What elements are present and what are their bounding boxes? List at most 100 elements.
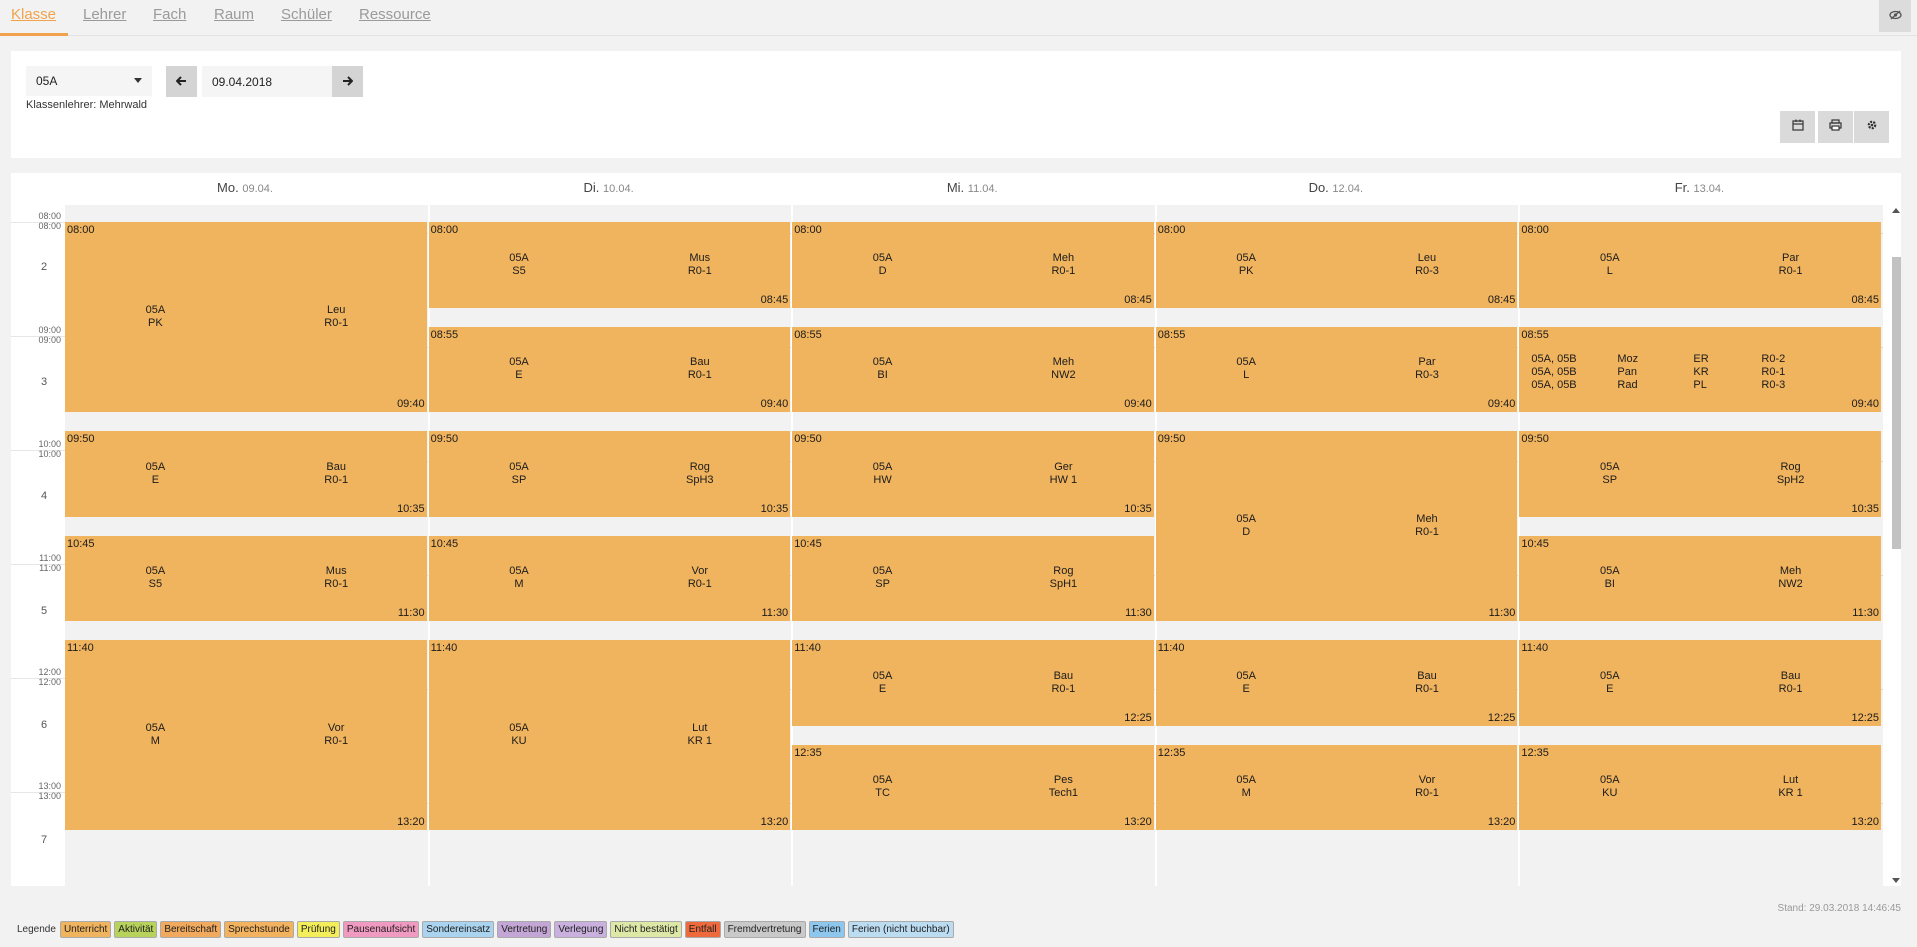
lesson-block[interactable]: 12:35 13:20 05A M Vor R0-1 (1155, 744, 1518, 831)
lesson-block[interactable]: 09:50 10:35 05A HW Ger HW 1 (792, 431, 1154, 517)
lesson-class-subject: 05A S5 (509, 252, 529, 278)
lesson-class-subject: 05A SP (873, 565, 893, 591)
lesson-room: R0-3 (1415, 264, 1439, 277)
lesson-room: R0-1 (1415, 787, 1439, 800)
lesson-subject: SP (1602, 473, 1618, 486)
lesson-teacher-room: Meh NW2 (1778, 565, 1802, 591)
lesson-class: 05A (145, 722, 166, 735)
tab-fach[interactable]: Fach (153, 6, 186, 23)
lesson-subject: M (150, 735, 160, 748)
lesson-block[interactable]: 11:40 12:25 05A E Bau R0-1 (1155, 640, 1518, 726)
lesson-class: 05A (1236, 513, 1256, 526)
lesson-multi-cell: 05A, 05B (1531, 366, 1577, 379)
lesson-room: R0-1 (687, 264, 712, 277)
lesson-block[interactable]: 08:00 08:45 05A S5 Mus R0-1 (428, 222, 791, 308)
lesson-class: 05A (145, 460, 166, 473)
lesson-start-time: 08:55 (1157, 328, 1186, 341)
legend: Legende Unterricht Aktivität Bereitschaft S… (17, 921, 957, 938)
lesson-block[interactable]: 12:35 13:20 05A KU Lut KR 1 (1519, 744, 1881, 831)
lesson-block[interactable]: 08:00 08:45 05A L Par R0-1 (1519, 222, 1881, 308)
day-header: Mo. 09.04. (65, 180, 425, 195)
day-name: Do. (1308, 180, 1329, 195)
lesson-class: 05A (1236, 774, 1256, 787)
period-number: 4 (40, 490, 48, 502)
tab-lehrer[interactable]: Lehrer (83, 6, 126, 23)
calendar-button[interactable] (1780, 111, 1815, 143)
status-timestamp: Stand: 29.03.2018 14:46:45 (1777, 903, 1901, 914)
print-button[interactable] (1818, 111, 1853, 143)
lesson-subject: S5 (512, 264, 526, 277)
lesson-block[interactable]: 11:40 12:25 05A E Bau R0-1 (792, 640, 1154, 726)
lesson-multi-cell: Moz (1617, 353, 1639, 366)
lesson-block[interactable]: 10:45 11:30 05A M Vor R0-1 (428, 535, 791, 622)
lesson-class-subject: 05A E (1600, 670, 1620, 696)
lesson-block[interactable]: 08:55 09:40 05A BI Meh NW2 (792, 326, 1154, 413)
lesson-block[interactable]: 09:50 10:35 05A SP Rog SpH3 (428, 431, 791, 517)
gear-icon (1866, 118, 1878, 136)
lesson-block[interactable]: 11:40 13:20 05A M Vor R0-1 (65, 640, 427, 831)
lesson-subject: PK (148, 317, 163, 330)
time-label: 08:00 (38, 221, 61, 232)
tab-ressource[interactable]: Ressource (359, 6, 431, 23)
lesson-block[interactable]: 08:55 09:40 05A, 05B Moz ER R0-2 05A, 05B Pan KR… (1519, 326, 1881, 413)
toggle-visibility-button[interactable] (1879, 0, 1911, 32)
class-select[interactable]: 05A (26, 66, 152, 96)
lesson-block[interactable]: 08:55 09:40 05A L Par R0-3 (1155, 326, 1518, 413)
lesson-block[interactable]: 09:50 10:35 05A SP Rog SpH2 (1519, 431, 1881, 517)
lesson-teacher: Meh (1052, 356, 1075, 369)
next-week-button[interactable] (332, 66, 363, 97)
lesson-end-time: 09:40 (1487, 398, 1516, 411)
lesson-class-subject: 05A SP (1600, 461, 1620, 487)
lesson-multi-cell: ER (1693, 353, 1709, 366)
lesson-class: 05A (1599, 460, 1620, 473)
lesson-block[interactable]: 10:45 11:30 05A SP Rog SpH1 (792, 535, 1154, 622)
lesson-multi-cell: PL (1693, 379, 1707, 392)
tab-raum[interactable]: Raum (214, 6, 254, 23)
lesson-block[interactable]: 10:45 11:30 05A BI Meh NW2 (1519, 535, 1881, 622)
eye-slash-icon (1888, 7, 1902, 25)
lesson-block[interactable]: 08:00 08:45 05A D Meh R0-1 (792, 222, 1154, 308)
lesson-teacher-room: Meh R0-1 (1051, 252, 1075, 278)
lesson-class-subject: 05A L (1600, 252, 1620, 278)
settings-button[interactable] (1854, 111, 1889, 143)
tab-klasse[interactable]: Klasse (11, 6, 56, 23)
lesson-room: SpH1 (1049, 578, 1078, 591)
scrollbar[interactable] (1889, 205, 1901, 886)
legend-item: Sondereinsatz (422, 921, 495, 938)
lesson-class-subject: 05A PK (1236, 252, 1256, 278)
scroll-down-icon[interactable] (1892, 878, 1900, 883)
lesson-block[interactable]: 11:40 13:20 05A KU Lut KR 1 (428, 640, 791, 831)
lesson-teacher-room: Lut KR 1 (1778, 774, 1802, 800)
lesson-class: 05A (872, 565, 893, 578)
lesson-start-time: 11:40 (794, 642, 821, 655)
lesson-block[interactable]: 11:40 12:25 05A E Bau R0-1 (1519, 640, 1881, 726)
date-input[interactable] (202, 66, 338, 97)
lesson-end-time: 08:45 (1851, 293, 1879, 306)
lesson-block[interactable]: 10:45 11:30 05A S5 Mus R0-1 (65, 535, 427, 622)
lesson-subject: SP (511, 473, 527, 486)
lesson-class: 05A (509, 251, 529, 264)
lesson-block[interactable]: 09:50 10:35 05A E Bau R0-1 (65, 431, 427, 517)
lesson-room: R0-1 (324, 735, 349, 748)
lesson-block[interactable]: 09:50 11:30 05A D Meh R0-1 (1155, 431, 1518, 622)
lesson-block[interactable]: 08:00 08:45 05A PK Leu R0-3 (1155, 222, 1518, 308)
scroll-up-icon[interactable] (1892, 208, 1900, 213)
tab-schueler[interactable]: Schüler (281, 6, 332, 23)
controls-panel: 05A Klassenlehrer: Mehrwald (11, 51, 1901, 158)
lesson-block[interactable]: 08:00 09:40 05A PK Leu R0-1 (65, 222, 427, 413)
lesson-block[interactable]: 08:55 09:40 05A E Bau R0-1 (428, 326, 791, 413)
timetable: Mo. 09.04. Di. 10.04. Mi. 11.04. Do. 12.04.… (11, 173, 1901, 886)
legend-item: Unterricht (59, 921, 112, 938)
scrollbar-thumb[interactable] (1892, 257, 1901, 549)
lesson-subject: E (1606, 682, 1614, 695)
legend-item: Sprechstunde (224, 921, 294, 938)
lesson-start-time: 12:35 (1521, 746, 1549, 759)
lesson-room: Tech1 (1048, 787, 1079, 800)
lesson-subject: KU (511, 735, 527, 748)
lesson-room: R0-1 (324, 473, 349, 486)
lesson-start-time: 09:50 (1521, 433, 1549, 446)
legend-item: Bereitschaft (160, 921, 222, 938)
lesson-subject: D (1242, 526, 1251, 539)
lesson-block[interactable]: 12:35 13:20 05A TC Pes Tech1 (792, 744, 1154, 831)
previous-week-button[interactable] (166, 66, 197, 97)
